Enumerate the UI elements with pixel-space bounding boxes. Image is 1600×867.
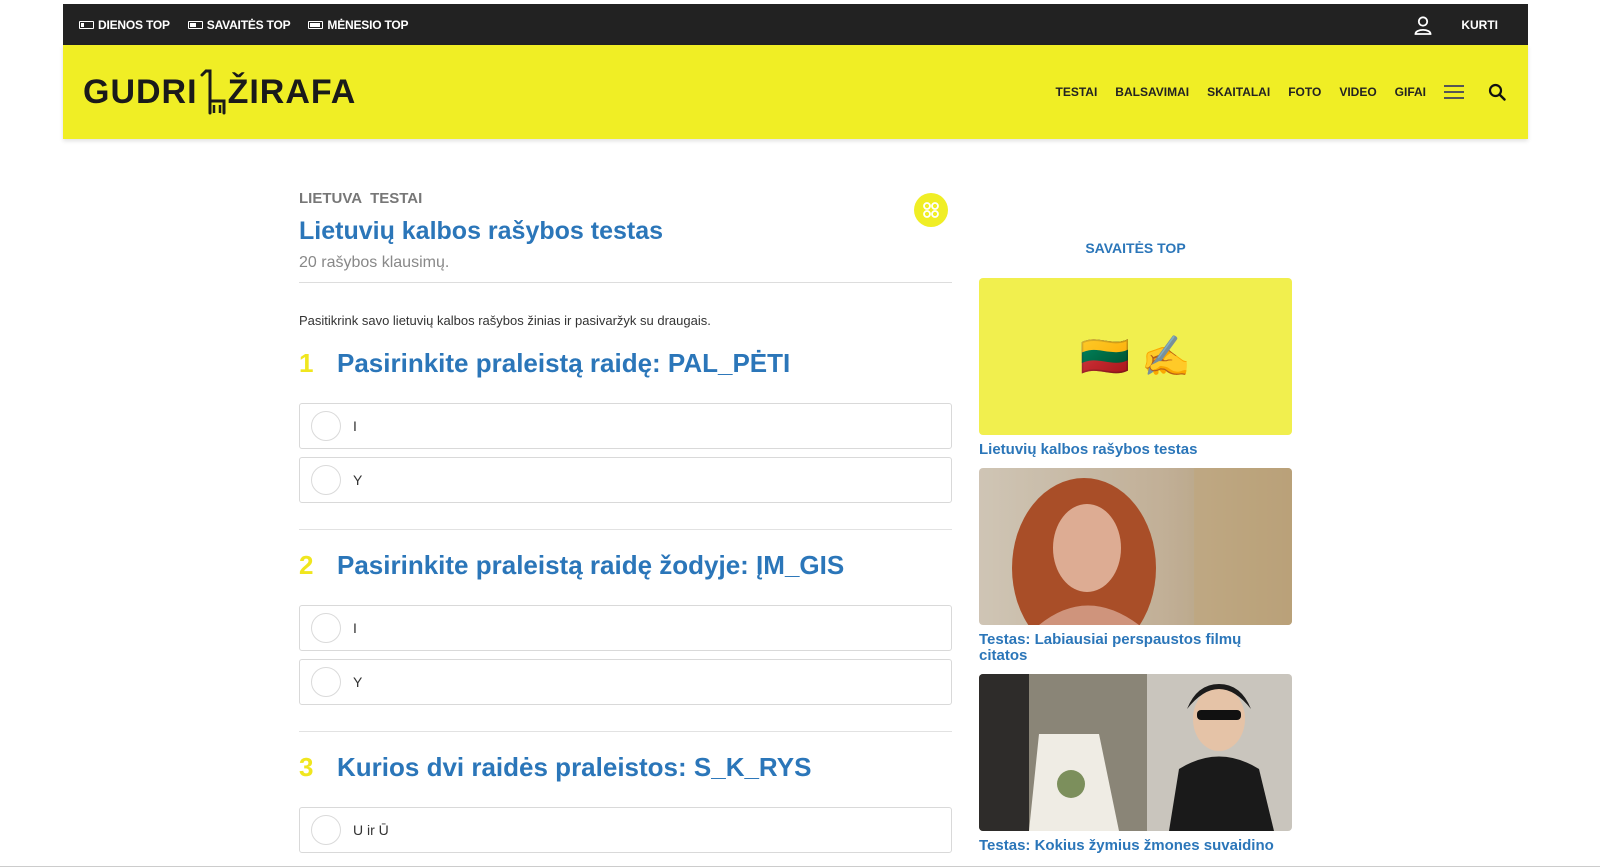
radio-button[interactable]	[311, 667, 341, 697]
question-header: 2 Pasirinkite praleistą raidę žodyje: ĮM…	[299, 550, 952, 581]
article-title: Lietuvių kalbos rašybos testas	[299, 217, 664, 245]
share-icon	[923, 202, 939, 218]
wedding-and-suit-image	[979, 674, 1292, 831]
question-divider	[299, 529, 952, 530]
lithuanian-flag-writing-icon: 🇱🇹 ✍️	[1080, 335, 1191, 379]
card-thumbnail[interactable]	[979, 468, 1292, 625]
site-logo[interactable]: GUDRI ŽIRAFA	[83, 67, 356, 117]
card-thumbnail[interactable]: 🇱🇹 ✍️	[979, 278, 1292, 435]
movie-woman-image	[979, 468, 1292, 625]
article-categories: LIETUVA TESTAI	[299, 190, 952, 207]
question-3: 3 Kurios dvi raidės praleistos: S_K_RYS …	[299, 752, 952, 853]
top-links: DIENOS TOP SAVAITĖS TOP MĖNESIO TOP	[79, 17, 409, 32]
top-bar-right: KURTI	[1413, 15, 1512, 35]
answer-label: I	[353, 418, 357, 434]
battery-full-icon	[308, 20, 324, 29]
nav-gifs[interactable]: GIFAI	[1395, 85, 1426, 99]
sidebar-card-3[interactable]: Testas: Kokius žymius žmones suvaidino	[979, 674, 1292, 854]
answer-label: U ir Ū	[353, 822, 389, 838]
sidebar-card-2[interactable]: Testas: Labiausiai perspaustos filmų cit…	[979, 468, 1292, 664]
radio-button[interactable]	[311, 815, 341, 845]
top-bar: DIENOS TOP SAVAITĖS TOP MĖNESIO TOP KURT…	[63, 4, 1528, 45]
nav-reads[interactable]: SKAITALAI	[1207, 85, 1270, 99]
article-intro: Pasitikrink savo lietuvių kalbos rašybos…	[299, 313, 711, 328]
daily-top-link[interactable]: DIENOS TOP	[79, 18, 170, 32]
article: LIETUVA TESTAI Lietuvių kalbos rašybos t…	[299, 190, 952, 853]
card-title[interactable]: Lietuvių kalbos rašybos testas	[979, 442, 1292, 458]
question-number: 1	[299, 348, 314, 378]
giraffe-icon	[200, 69, 226, 115]
logo-text-right: ŽIRAFA	[227, 72, 357, 111]
page: DIENOS TOP SAVAITĖS TOP MĖNESIO TOP KURT…	[0, 0, 1600, 867]
monthly-top-label: MĖNESIO TOP	[327, 17, 409, 32]
share-button[interactable]	[914, 193, 948, 227]
question-header: 3 Kurios dvi raidės praleistos: S_K_RYS	[299, 752, 952, 783]
category-testai[interactable]: TESTAI	[370, 190, 422, 207]
weekly-top-link[interactable]: SAVAITĖS TOP	[187, 17, 291, 32]
sidebar: SAVAITĖS TOP 🇱🇹 ✍️ Lietuvių kalbos rašyb…	[979, 240, 1292, 854]
answer-option[interactable]: Y	[299, 659, 952, 705]
question-header: 1 Pasirinkite praleistą raidę: PAL_PĖTI	[299, 348, 952, 379]
answer-label: Y	[353, 674, 363, 690]
sidebar-title: SAVAITĖS TOP	[1085, 240, 1186, 256]
answer-option[interactable]: I	[299, 605, 952, 651]
answer-label: I	[353, 620, 357, 636]
nav-polls[interactable]: BALSAVIMAI	[1115, 85, 1189, 99]
site-header: GUDRI ŽIRAFA TESTAI BALSAVIMAI SKAITALAI…	[63, 45, 1528, 139]
nav-video[interactable]: VIDEO	[1339, 85, 1376, 99]
main-nav: TESTAI BALSAVIMAI SKAITALAI FOTO VIDEO G…	[1056, 83, 1508, 101]
weekly-top-label: SAVAITĖS TOP	[206, 17, 291, 32]
nav-tests[interactable]: TESTAI	[1056, 85, 1098, 99]
create-button[interactable]: KURTI	[1461, 18, 1498, 32]
card-title[interactable]: Testas: Labiausiai perspaustos filmų cit…	[979, 632, 1292, 664]
user-icon[interactable]	[1413, 15, 1433, 35]
answer-label: Y	[353, 472, 363, 488]
nav-photo[interactable]: FOTO	[1288, 85, 1321, 99]
question-text: Kurios dvi raidės praleistos: S_K_RYS	[337, 752, 812, 782]
radio-button[interactable]	[311, 613, 341, 643]
radio-button[interactable]	[311, 465, 341, 495]
answer-option[interactable]: U ir Ū	[299, 807, 952, 853]
card-title[interactable]: Testas: Kokius žymius žmones suvaidino	[979, 838, 1292, 854]
answer-option[interactable]: Y	[299, 457, 952, 503]
question-divider	[299, 731, 952, 732]
card-thumbnail[interactable]	[979, 674, 1292, 831]
question-number: 3	[299, 752, 314, 782]
radio-button[interactable]	[311, 411, 341, 441]
logo-text-left: GUDRI	[83, 72, 198, 111]
question-number: 2	[299, 550, 314, 580]
sidebar-card-1[interactable]: 🇱🇹 ✍️ Lietuvių kalbos rašybos testas	[979, 278, 1292, 458]
daily-top-label: DIENOS TOP	[98, 17, 170, 32]
menu-icon[interactable]	[1444, 85, 1464, 99]
question-1: 1 Pasirinkite praleistą raidę: PAL_PĖTI …	[299, 348, 952, 530]
article-subtitle: 20 rašybos klausimų.	[299, 254, 450, 271]
answer-option[interactable]: I	[299, 403, 952, 449]
battery-low-icon	[79, 20, 94, 29]
question-text: Pasirinkite praleistą raidę: PAL_PĖTI	[337, 348, 791, 378]
question-text: Pasirinkite praleistą raidę žodyje: ĮM_G…	[337, 550, 845, 580]
title-divider	[299, 282, 952, 283]
monthly-top-link[interactable]: MĖNESIO TOP	[308, 17, 409, 32]
search-icon[interactable]	[1488, 83, 1506, 101]
battery-mid-icon	[187, 20, 203, 29]
question-2: 2 Pasirinkite praleistą raidę žodyje: ĮM…	[299, 550, 952, 732]
category-lietuva[interactable]: LIETUVA	[299, 190, 362, 207]
